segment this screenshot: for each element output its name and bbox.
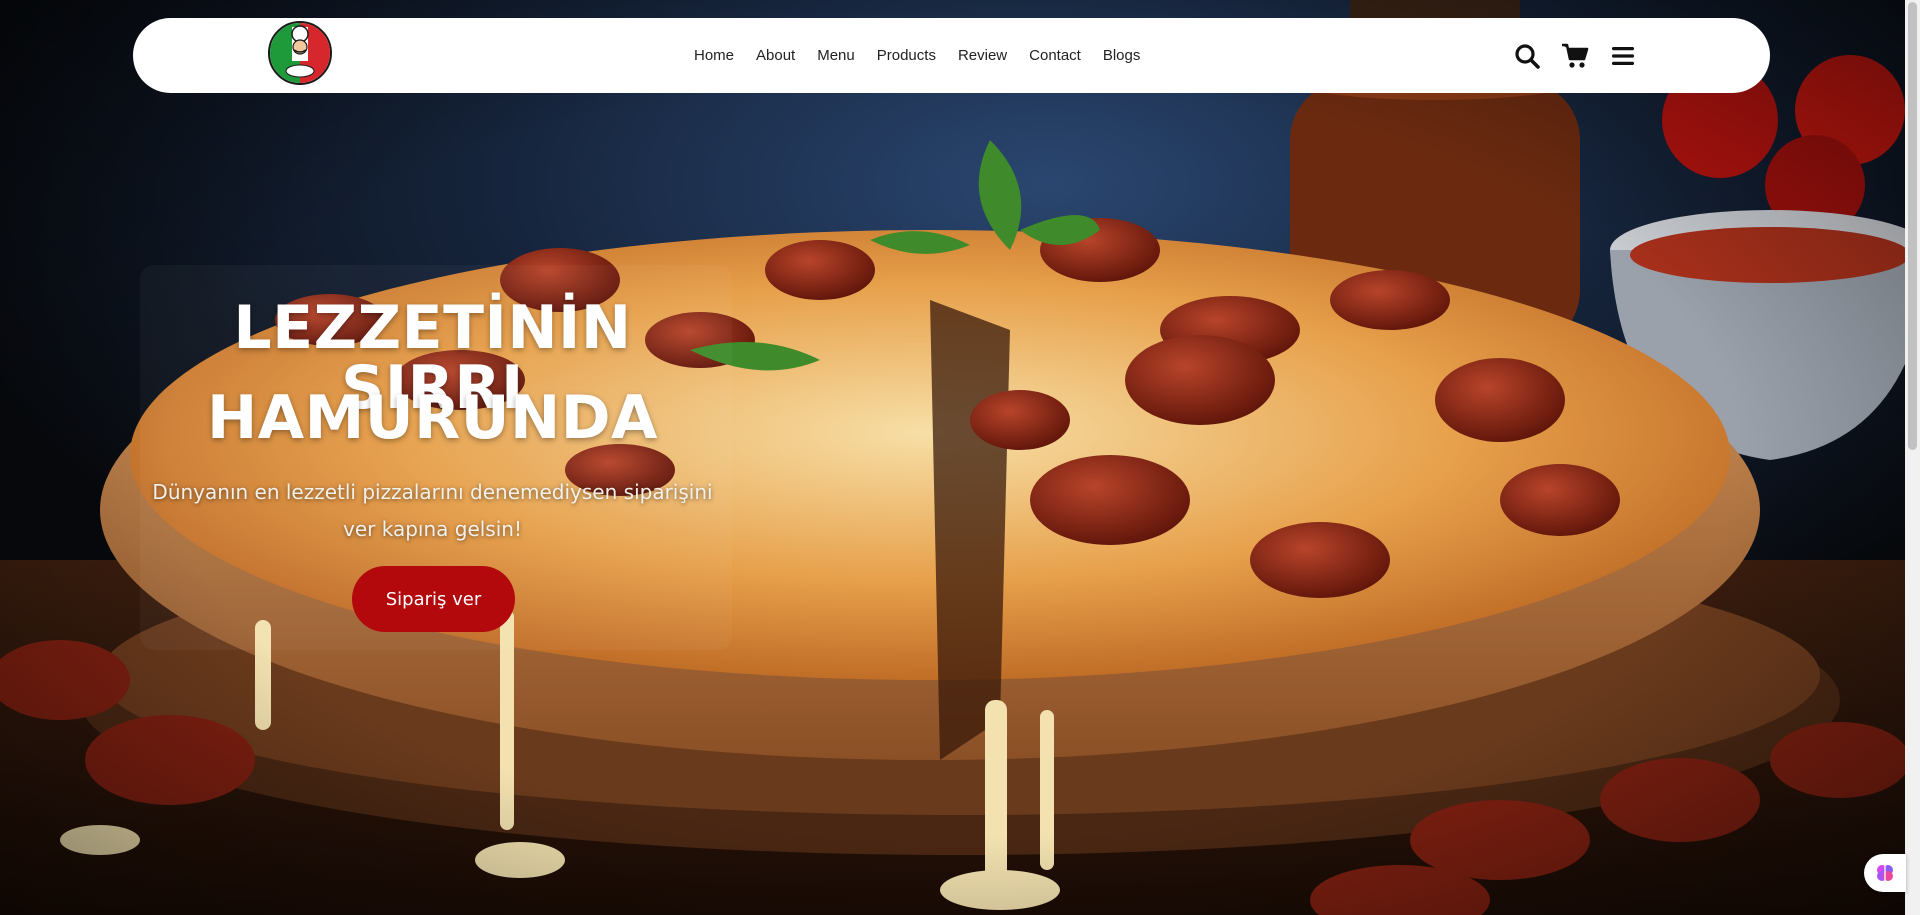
scrollbar-thumb[interactable] bbox=[1908, 2, 1917, 450]
order-button[interactable]: Sipariş ver bbox=[352, 566, 515, 632]
nav-link-products[interactable]: Products bbox=[866, 47, 947, 64]
hero-title-line-2: HAMURUNDA bbox=[207, 383, 658, 453]
nav-link-about[interactable]: About bbox=[745, 47, 806, 64]
nav-link-contact[interactable]: Contact bbox=[1018, 47, 1092, 64]
nav-menu: Home About Menu Products Review Contact … bbox=[683, 18, 1151, 93]
brain-icon bbox=[1877, 865, 1893, 881]
pizza-logo[interactable] bbox=[266, 18, 334, 88]
cart-icon[interactable] bbox=[1561, 42, 1589, 70]
search-icon[interactable] bbox=[1513, 42, 1541, 70]
nav-link-menu[interactable]: Menu bbox=[806, 47, 866, 64]
menu-icon[interactable] bbox=[1609, 42, 1637, 70]
page-scrollbar[interactable] bbox=[1905, 0, 1920, 915]
nav-link-blogs[interactable]: Blogs bbox=[1092, 47, 1152, 64]
nav-icons bbox=[1513, 18, 1637, 93]
floating-assistant-button[interactable] bbox=[1864, 854, 1906, 892]
navbar: Home About Menu Products Review Contact … bbox=[133, 18, 1770, 93]
chef-logo-icon bbox=[268, 21, 332, 85]
hero-subtitle: Dünyanın en lezzetli pizzalarını denemed… bbox=[152, 480, 713, 541]
nav-link-review[interactable]: Review bbox=[947, 47, 1018, 64]
nav-link-home[interactable]: Home bbox=[683, 47, 745, 64]
